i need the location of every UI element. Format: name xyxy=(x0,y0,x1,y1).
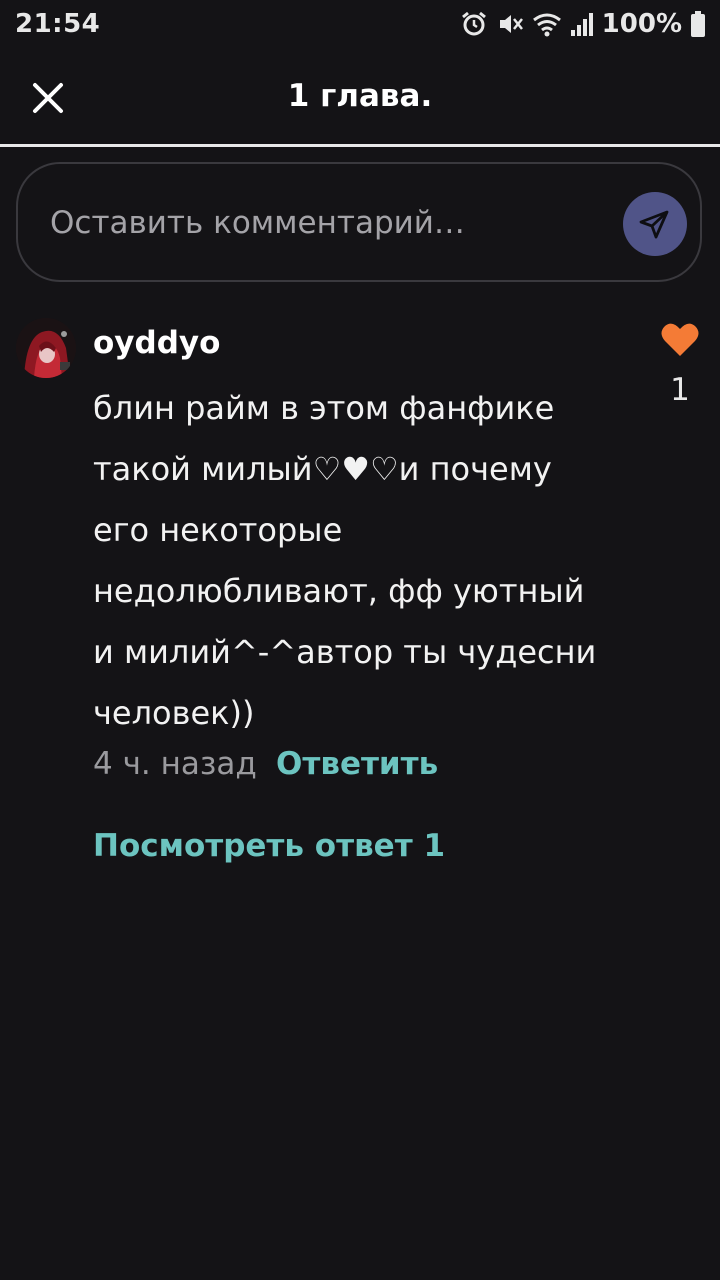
comment-timestamp: 4 ч. назад xyxy=(93,746,257,782)
mute-icon xyxy=(499,15,523,33)
signal-icon xyxy=(570,13,593,36)
battery-percent: 100% xyxy=(601,9,682,39)
send-button[interactable] xyxy=(623,192,687,256)
comment-input[interactable] xyxy=(48,202,612,244)
like-button[interactable] xyxy=(660,322,700,358)
status-time: 21:54 xyxy=(15,9,101,39)
header-divider xyxy=(0,144,720,147)
reply-button[interactable]: Ответить xyxy=(276,746,438,782)
status-icons: 100% xyxy=(460,8,706,40)
alarm-icon xyxy=(461,11,486,36)
like-count: 1 xyxy=(670,372,690,408)
view-replies-button[interactable]: Посмотреть ответ 1 xyxy=(93,828,445,864)
comment-text: блин райм в этом фанфике такой милый♡♥♡и… xyxy=(93,389,597,732)
screen: 21:54 100% 1 глава. Оставить комментарий… xyxy=(0,0,720,1280)
avatar[interactable] xyxy=(16,318,76,378)
battery-icon xyxy=(691,11,705,37)
comment-username[interactable]: oyddyo xyxy=(93,325,220,361)
page-title: 1 глава. xyxy=(287,78,433,114)
wifi-icon xyxy=(532,13,561,37)
send-icon xyxy=(639,210,669,239)
comment-input-box xyxy=(16,162,702,282)
avatar-image xyxy=(16,318,76,378)
header: 1 глава. xyxy=(0,50,720,144)
status-bar: 21:54 100% xyxy=(0,0,720,50)
heart-icon xyxy=(661,323,699,356)
